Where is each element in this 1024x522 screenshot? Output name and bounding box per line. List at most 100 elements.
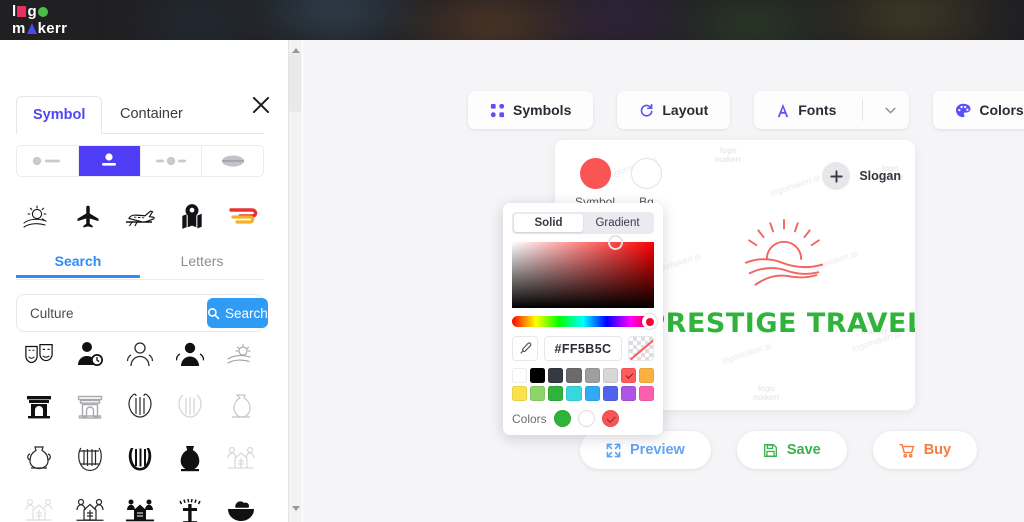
symbol-result-cross-rays[interactable] <box>165 491 215 522</box>
swatch-bg-dot[interactable] <box>631 158 663 189</box>
symbol-result-sunrise-field[interactable] <box>216 335 266 373</box>
letter-a-icon <box>778 103 789 117</box>
hue-slider[interactable] <box>512 314 657 329</box>
plus-icon <box>822 162 851 190</box>
swatch-bg[interactable]: Bg <box>631 158 663 209</box>
preset-swatch[interactable] <box>584 368 600 383</box>
symbol-result-amphora-handle[interactable] <box>14 439 64 477</box>
preset-swatch[interactable] <box>620 386 636 401</box>
preset-swatch[interactable] <box>530 368 546 383</box>
preview-button[interactable]: Preview <box>580 431 711 469</box>
category-sunrise-icon[interactable] <box>16 197 56 237</box>
symbol-result-lyre-outline[interactable] <box>115 387 165 425</box>
search-button-label: Search <box>225 305 268 321</box>
brand-triangle-icon <box>26 23 37 34</box>
brand-letter-l: l <box>12 3 17 20</box>
symbol-result-people-outline[interactable] <box>115 335 165 373</box>
preset-swatch[interactable] <box>584 386 600 401</box>
preset-swatch[interactable] <box>548 386 564 401</box>
symbol-result-arch-gate-filled[interactable] <box>14 387 64 425</box>
preset-swatch[interactable] <box>548 368 564 383</box>
brand-square-icon <box>17 6 27 17</box>
search-button[interactable]: Search <box>207 298 268 328</box>
eyedropper-icon[interactable] <box>512 336 538 361</box>
preset-swatch[interactable] <box>566 386 582 401</box>
used-colors-row: Colors <box>512 410 654 427</box>
preset-swatch[interactable] <box>566 368 582 383</box>
symbol-result-village-light[interactable] <box>216 439 266 477</box>
tab-symbol[interactable]: Symbol <box>16 96 103 134</box>
symbol-result-harp-outline[interactable] <box>64 439 114 477</box>
color-picker-popover[interactable]: Solid Gradient #FF5B5C Colors <box>503 203 663 435</box>
preset-swatch-selected[interactable] <box>620 368 636 383</box>
hue-slider-handle[interactable] <box>642 314 657 329</box>
symbol-search-bar: Search <box>16 294 268 332</box>
color-mode-gradient[interactable]: Gradient <box>583 214 652 232</box>
style-button-left[interactable] <box>17 146 79 176</box>
preset-swatch[interactable] <box>638 386 654 401</box>
toolbar-button-colors[interactable]: Colors <box>933 91 1024 129</box>
symbol-result-amphora-outline[interactable] <box>216 387 266 425</box>
add-slogan-button[interactable]: Slogan <box>822 162 901 190</box>
panel-scrollbar-thumb[interactable] <box>289 52 301 112</box>
category-airplane-icon[interactable] <box>68 197 108 237</box>
preset-swatch[interactable] <box>530 386 546 401</box>
color-mode-solid[interactable]: Solid <box>514 214 583 232</box>
style-button-stack[interactable] <box>78 146 141 176</box>
swatch-symbol-dot[interactable] <box>579 158 611 189</box>
symbol-result-village-filled[interactable] <box>115 491 165 522</box>
used-color-green[interactable] <box>553 410 571 427</box>
symbol-result-person-clock[interactable] <box>64 335 114 373</box>
panel-scrollbar[interactable] <box>288 40 302 522</box>
preset-swatch[interactable] <box>602 368 618 383</box>
app-logo[interactable]: l g m kerr <box>12 4 67 36</box>
toolbar-button-fonts[interactable]: Fonts <box>754 91 910 129</box>
symbol-result-vase-filled[interactable] <box>165 439 215 477</box>
symbol-result-village-outline-light[interactable] <box>14 491 64 522</box>
scroll-up-arrow-icon[interactable] <box>292 48 300 53</box>
preset-swatch[interactable] <box>512 368 528 383</box>
subtab-letters[interactable]: Letters <box>140 246 264 278</box>
hex-input-row: #FF5B5C <box>512 336 654 361</box>
hex-value-input[interactable]: #FF5B5C <box>544 336 622 361</box>
buy-button[interactable]: Buy <box>872 431 978 469</box>
buy-label: Buy <box>923 442 952 458</box>
brand-letter-m: m <box>12 20 26 37</box>
magnifier-icon <box>207 307 220 319</box>
used-color-red-selected[interactable] <box>601 410 619 427</box>
saturation-handle[interactable] <box>608 235 623 250</box>
search-input[interactable] <box>20 305 207 321</box>
scroll-down-arrow-icon[interactable] <box>292 506 300 511</box>
used-color-white[interactable] <box>577 410 595 427</box>
symbol-result-theatre-masks[interactable] <box>14 335 64 373</box>
preview-label: Preview <box>630 442 685 458</box>
subtab-search[interactable]: Search <box>16 246 140 278</box>
symbol-result-bowl-filled[interactable] <box>216 491 266 522</box>
tab-container[interactable]: Container <box>104 96 199 134</box>
toolbar-button-layout[interactable]: Layout <box>617 91 731 129</box>
save-label: Save <box>786 442 821 458</box>
symbol-result-village-outline[interactable] <box>64 491 114 522</box>
logo-symbol-sunrise-icon[interactable] <box>740 218 828 303</box>
style-button-badge[interactable] <box>202 146 263 176</box>
save-button[interactable]: Save <box>736 431 847 469</box>
symbol-result-harp-filled[interactable] <box>115 439 165 477</box>
symbol-result-lyre-light[interactable] <box>165 387 215 425</box>
fonts-chevron-down-icon[interactable] <box>871 107 909 114</box>
symbol-panel: Symbol Container Search Letters Culture … <box>0 40 288 522</box>
swatch-symbol[interactable]: Symbol <box>575 158 615 209</box>
symbol-result-arch-gate-outline[interactable] <box>64 387 114 425</box>
category-flag-ribbon-icon[interactable] <box>224 197 264 237</box>
category-map-pin-icon[interactable] <box>172 197 212 237</box>
category-jet-takeoff-icon[interactable] <box>120 197 160 237</box>
toolbar-label-symbols: Symbols <box>513 102 572 118</box>
preset-swatch[interactable] <box>512 386 528 401</box>
preset-swatch[interactable] <box>602 386 618 401</box>
toolbar-button-symbols[interactable]: Symbols <box>468 91 594 129</box>
style-button-center[interactable] <box>141 146 203 176</box>
symbol-result-people-filled[interactable] <box>165 335 215 373</box>
used-colors-label: Colors <box>512 411 547 426</box>
preset-swatch[interactable] <box>638 368 654 383</box>
transparent-swatch[interactable] <box>628 336 654 361</box>
saturation-value-field[interactable] <box>512 235 654 308</box>
